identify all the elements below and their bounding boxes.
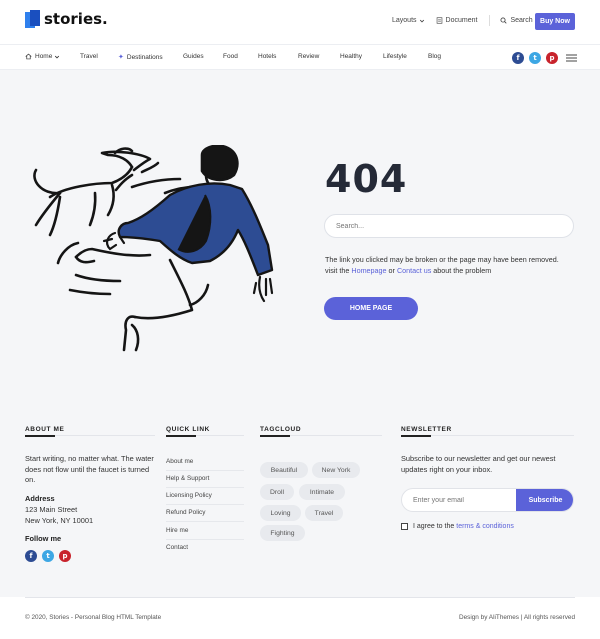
tag-item[interactable]: Travel [305,505,343,521]
main-nav: Home Travel ✦ Destinations Guides Food H… [0,44,600,70]
newsletter-form: Subscribe [401,488,574,512]
follow-label: Follow me [25,534,62,543]
nav-item-food[interactable]: Food [223,53,238,60]
document-icon [436,17,442,24]
address-street: 123 Main Street [25,505,78,514]
heading-underline [260,435,290,437]
tag-item[interactable]: Droll [260,484,294,500]
logo-text: stories. [44,10,108,28]
twitter-icon[interactable]: t [42,550,54,562]
home-icon [25,53,32,60]
terms-agreement: I agree to the terms & conditions [401,523,514,530]
email-field[interactable] [402,489,516,511]
search-link[interactable]: Search [500,17,533,24]
heading-underline [25,435,55,437]
divider [166,470,244,471]
divider [166,521,244,522]
divider [166,539,244,540]
sparkle-icon: ✦ [118,54,124,61]
nav-item-review[interactable]: Review [298,53,319,60]
document-link[interactable]: Document [436,17,478,24]
pinterest-icon[interactable]: p [59,550,71,562]
tag-item[interactable]: Fighting [260,525,305,541]
quick-link-help[interactable]: Help & Support [166,475,209,482]
about-heading: ABOUT ME [25,426,65,433]
logo-icon [25,10,41,28]
twitter-icon[interactable]: t [529,52,541,64]
error-message-text: about the problem [431,266,492,275]
nav-item-destinations[interactable]: ✦ Destinations [118,53,163,62]
quick-link-refund[interactable]: Refund Policy [166,509,205,516]
nav-item-home[interactable]: Home [25,53,60,60]
buy-now-button[interactable]: Buy Now [535,13,575,30]
top-header: stories. Layouts Document Search Buy Now [0,0,600,44]
site-logo[interactable]: stories. [25,10,108,28]
homepage-link[interactable]: Homepage [351,266,386,275]
facebook-icon[interactable]: f [512,52,524,64]
heading-underline [166,435,196,437]
nav-item-travel[interactable]: Travel [80,53,98,60]
error-message-line1: The link you clicked may be broken or th… [325,255,559,264]
newsletter-text: Subscribe to our newsletter and get our … [401,454,556,474]
error-message-text: visit the [325,266,352,275]
document-label: Document [445,17,478,24]
tag-item[interactable]: Intimate [299,484,345,500]
nav-item-healthy[interactable]: Healthy [340,53,362,60]
header-divider [489,15,491,26]
address-label: Address [25,494,55,503]
home-page-button[interactable]: HOME PAGE [324,297,418,320]
error-message: The link you clicked may be broken or th… [325,254,585,276]
quick-link-licensing[interactable]: Licensing Policy [166,492,212,499]
nav-item-blog[interactable]: Blog [428,53,441,60]
nav-item-guides[interactable]: Guides [183,53,204,60]
search-icon [500,17,508,24]
error-message-text: or [386,266,397,275]
tag-item[interactable]: Loving [260,505,301,521]
address-city: New York, NY 10001 [25,516,94,525]
nav-item-lifestyle[interactable]: Lifestyle [383,53,407,60]
error-code: 404 [325,157,408,201]
heading-underline [401,435,431,437]
layouts-label: Layouts [392,17,417,24]
divider [166,504,244,505]
tagcloud-heading: TAGCLOUD [260,426,302,433]
pinterest-icon[interactable]: p [546,52,558,64]
chevron-down-icon [55,55,60,59]
hamburger-menu-icon[interactable] [566,54,577,62]
about-text: Start writing, no matter what. The water… [25,454,154,484]
subscribe-button[interactable]: Subscribe [516,489,573,511]
tag-item[interactable]: Beautiful [260,462,308,478]
top-links: Layouts Document Search [392,15,533,26]
newsletter-heading: NEWSLETTER [401,426,452,433]
terms-link[interactable]: terms & conditions [456,523,514,530]
tag-item[interactable]: New York [312,462,360,478]
nav-label: Home [35,53,53,60]
terms-text: I agree to the [413,523,455,530]
footer-divider [25,597,575,598]
quick-link-heading: QUICK LINK [166,426,210,433]
credit-text: Design by AliThemes | All rights reserve… [458,614,575,621]
divider [166,487,244,488]
contact-us-link[interactable]: Contact us [397,266,431,275]
search-label: Search [510,17,533,24]
nav-label: Destinations [126,53,163,61]
quick-link-about[interactable]: About me [166,458,193,465]
nav-item-hotels[interactable]: Hotels [258,53,276,60]
copyright-text: © 2020, Stories - Personal Blog HTML Tem… [25,614,162,621]
quick-link-contact[interactable]: Contact [166,544,188,551]
chevron-down-icon [419,19,424,23]
quick-link-hire[interactable]: Hire me [166,527,188,534]
layouts-menu[interactable]: Layouts [392,17,425,24]
terms-checkbox[interactable] [401,523,408,530]
facebook-icon[interactable]: f [25,550,37,562]
404-illustration [33,145,274,352]
search-input[interactable] [324,214,574,238]
